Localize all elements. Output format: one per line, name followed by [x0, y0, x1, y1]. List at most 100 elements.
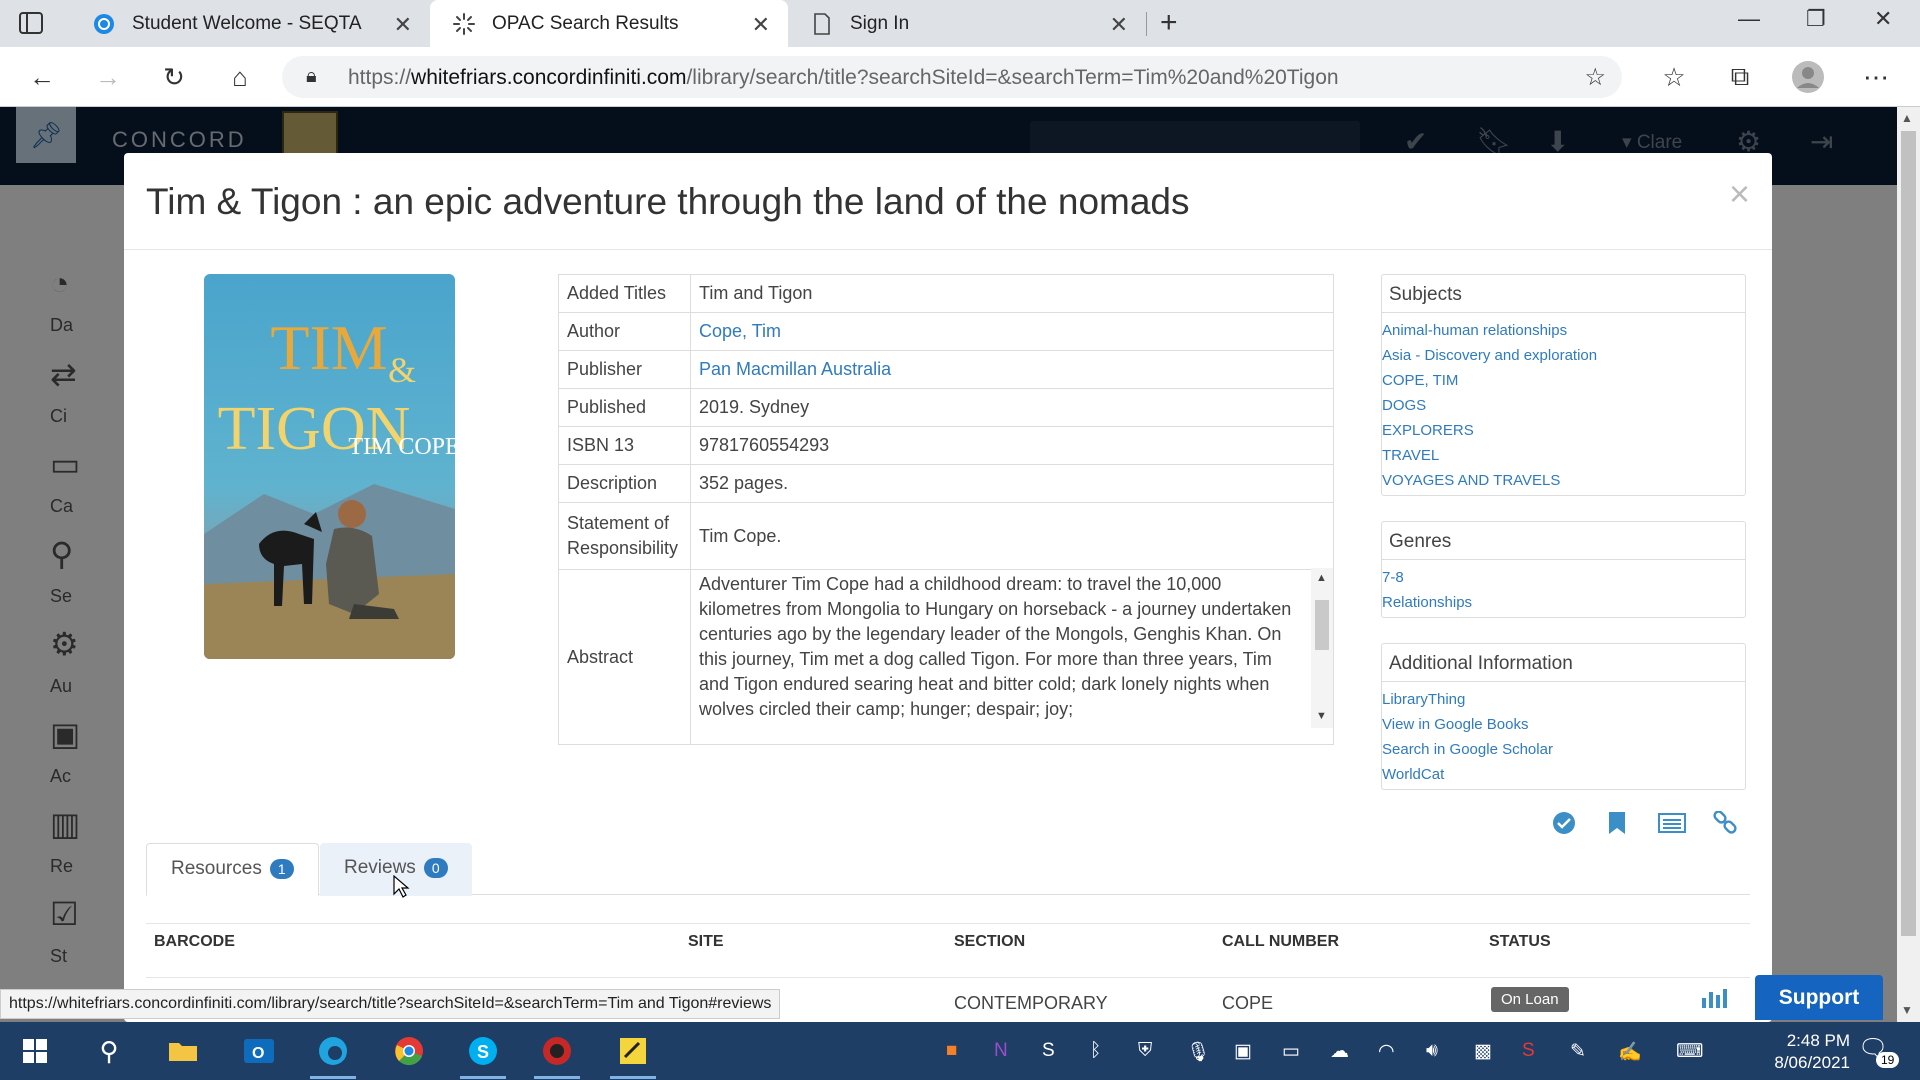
book-cover-image: TIM & TIGON TIM COPE: [204, 274, 455, 659]
tray-app-icon[interactable]: ■: [946, 1040, 957, 1062]
add-favorite-icon[interactable]: ☆: [1584, 63, 1606, 92]
pen-icon[interactable]: ✎: [1570, 1040, 1586, 1063]
subject-link[interactable]: Animal-human relationships: [1382, 318, 1745, 343]
onenote-icon[interactable]: N: [994, 1040, 1008, 1062]
tab-resources[interactable]: Resources 1: [146, 843, 319, 896]
detail-label: Publisher: [558, 350, 691, 389]
skype-icon[interactable]: S: [466, 1034, 500, 1068]
bluetooth-icon[interactable]: ᛒ: [1090, 1040, 1101, 1062]
chart-icon[interactable]: [1700, 986, 1728, 1017]
ink-icon[interactable]: ✍: [1618, 1040, 1642, 1064]
google-scholar-link[interactable]: Search in Google Scholar: [1382, 737, 1745, 762]
home-icon[interactable]: ⌂: [222, 59, 258, 95]
battery-icon[interactable]: ▭: [1282, 1040, 1300, 1063]
tray-app-icon[interactable]: ▩: [1474, 1040, 1492, 1063]
subject-link[interactable]: EXPLORERS: [1382, 418, 1745, 443]
tray-app-icon[interactable]: S: [1522, 1040, 1535, 1062]
minimize-icon[interactable]: —: [1738, 6, 1760, 32]
cloud-icon[interactable]: ☁: [1330, 1040, 1349, 1063]
forward-icon[interactable]: →: [90, 59, 126, 95]
subject-link[interactable]: VOYAGES AND TRAVELS: [1382, 468, 1745, 493]
publisher-link[interactable]: Pan Macmillan Australia: [699, 359, 891, 379]
security-icon[interactable]: ⛨: [1138, 1040, 1152, 1062]
reload-icon[interactable]: ↻: [156, 59, 192, 95]
column-header: STATUS: [1489, 933, 1551, 950]
tab-opac[interactable]: OPAC Search Results ✕: [430, 0, 788, 47]
profile-avatar[interactable]: [1790, 59, 1826, 95]
edge-icon[interactable]: [316, 1034, 350, 1068]
screen-recorder-icon[interactable]: [540, 1034, 574, 1068]
detail-row: Published 2019. Sydney: [558, 388, 1334, 427]
url-field[interactable]: 🔒︎ https://whitefriars.concordinfiniti.c…: [282, 56, 1622, 98]
collections-icon[interactable]: ⧉: [1722, 59, 1758, 95]
subject-link[interactable]: DOGS: [1382, 393, 1745, 418]
tab-seqta[interactable]: Student Welcome - SEQTA ✕: [70, 0, 430, 47]
back-icon[interactable]: ←: [24, 59, 60, 95]
tab-sign-in[interactable]: Sign In ✕: [788, 0, 1146, 47]
seqta-icon: [92, 12, 116, 36]
abstract-box[interactable]: Adventurer Tim Cope had a childhood drea…: [699, 568, 1333, 736]
svg-text:TIM COPE: TIM COPE: [348, 434, 455, 460]
subject-link[interactable]: Asia - Discovery and exploration: [1382, 343, 1745, 368]
tab-title: Sign In: [850, 12, 910, 34]
url-text: https://whitefriars.concordinfiniti.com/…: [348, 66, 1339, 89]
favorites-icon[interactable]: ☆: [1656, 59, 1692, 95]
skype-tray-icon[interactable]: S: [1042, 1040, 1055, 1062]
subject-link[interactable]: COPE, TIM: [1382, 368, 1745, 393]
address-bar: ← → ↻ ⌂ 🔒︎ https://whitefriars.concordin…: [0, 47, 1920, 107]
google-books-link[interactable]: View in Google Books: [1382, 712, 1745, 737]
list-view-icon[interactable]: [1658, 811, 1686, 842]
restore-icon[interactable]: ❐: [1806, 6, 1826, 32]
volume-icon[interactable]: 🔊︎: [1426, 1040, 1438, 1062]
clock[interactable]: 2:48 PM 8/06/2021: [1730, 1030, 1850, 1074]
active-app-indicator: [460, 1076, 506, 1079]
display-icon[interactable]: ▣: [1234, 1040, 1252, 1063]
search-icon[interactable]: ⚲: [92, 1034, 126, 1068]
tab-actions-icon[interactable]: [18, 11, 52, 37]
wifi-icon[interactable]: ◠: [1378, 1040, 1395, 1063]
close-tab-icon[interactable]: ✕: [394, 12, 412, 38]
detail-row: ISBN 13 9781760554293: [558, 426, 1334, 465]
abstract-scrollbar[interactable]: ▲ ▼: [1311, 568, 1333, 728]
section-cell: CONTEMPORARY: [954, 993, 1108, 1013]
detail-value: 9781760554293: [690, 426, 1334, 465]
detail-value: Tim and Tigon: [690, 274, 1334, 313]
start-icon[interactable]: [18, 1034, 52, 1068]
link-preview-status: https://whitefriars.concordinfiniti.com/…: [0, 989, 781, 1019]
file-explorer-icon[interactable]: [166, 1034, 200, 1068]
link-icon[interactable]: [1712, 810, 1738, 844]
detail-value: Tim Cope.: [690, 502, 1334, 570]
title-detail-modal: Tim & Tigon : an epic adventure through …: [124, 153, 1772, 1022]
lock-icon[interactable]: 🔒︎: [306, 65, 317, 88]
active-app-indicator: [610, 1076, 656, 1079]
librarything-link[interactable]: LibraryThing: [1382, 687, 1745, 712]
close-modal-button[interactable]: ×: [1729, 173, 1750, 215]
subject-link[interactable]: TRAVEL: [1382, 443, 1745, 468]
bookmark-icon[interactable]: [1608, 811, 1626, 842]
sticky-notes-icon[interactable]: [616, 1034, 650, 1068]
svg-text:&: &: [388, 350, 416, 390]
outlook-icon[interactable]: O: [242, 1034, 276, 1068]
close-window-icon[interactable]: ✕: [1874, 6, 1892, 32]
divider: [146, 977, 1750, 978]
support-button[interactable]: Support: [1755, 975, 1883, 1020]
more-icon[interactable]: ⋯: [1858, 59, 1894, 95]
mouse-cursor: [392, 874, 410, 902]
author-link[interactable]: Cope, Tim: [699, 321, 781, 341]
detail-label: Abstract: [558, 569, 691, 745]
worldcat-link[interactable]: WorldCat: [1382, 762, 1745, 787]
column-header: CALL NUMBER: [1222, 933, 1340, 950]
check-circle-icon[interactable]: [1552, 811, 1576, 842]
close-tab-icon[interactable]: ✕: [752, 12, 770, 38]
detail-label: Statement of Responsibility: [558, 502, 691, 570]
detail-label: Published: [558, 388, 691, 427]
keyboard-icon[interactable]: ⌨: [1676, 1040, 1703, 1063]
chrome-icon[interactable]: [392, 1034, 426, 1068]
genre-link[interactable]: Relationships: [1382, 590, 1745, 615]
page-scrollbar[interactable]: ▲ ▼: [1897, 107, 1920, 1022]
genre-link[interactable]: 7-8: [1382, 565, 1745, 590]
microphone-icon[interactable]: 🎙︎: [1186, 1040, 1210, 1064]
close-tab-icon[interactable]: ✕: [1110, 12, 1128, 38]
new-tab-button[interactable]: +: [1160, 6, 1178, 40]
clock-date: 8/06/2021: [1774, 1053, 1850, 1072]
